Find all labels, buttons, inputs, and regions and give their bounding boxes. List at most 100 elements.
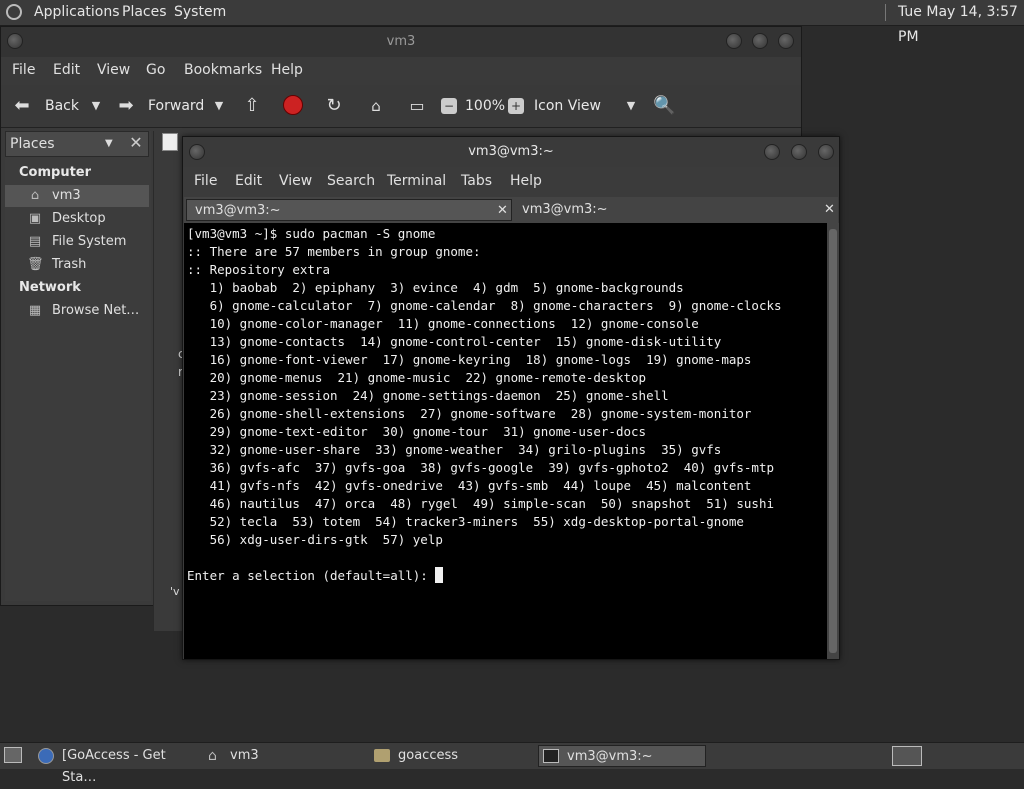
computer-icon[interactable]: ▭ [406,95,428,117]
terminal-line: 16) gnome-font-viewer 17) gnome-keyring … [187,352,752,367]
network-icon: ▦ [28,303,42,318]
terminal-prompt-line[interactable]: Enter a selection (default=all): [187,567,444,585]
terminal-line: 36) gvfs-afc 37) gvfs-goa 38) gvfs-googl… [187,460,774,475]
menu-go[interactable]: Go [146,58,165,82]
home-folder-icon: ⌂ [208,748,217,764]
folder-icon [374,749,390,762]
home-folder-icon: ⌂ [30,188,40,203]
terminal-output[interactable]: [vm3@vm3 ~]$ sudo pacman -S gnome :: The… [184,223,827,659]
zoom-out-icon[interactable]: − [441,98,457,114]
desktop-icon: ▣ [28,211,42,226]
terminal-line: 29) gnome-text-editor 30) gnome-tour 31)… [187,424,647,439]
window-menu-icon[interactable] [7,33,23,49]
taskbar-item-goaccess[interactable]: goaccess [370,745,536,767]
workspace-switcher[interactable] [892,746,922,766]
forward-arrow-icon[interactable]: ➡ [115,95,137,117]
back-button[interactable]: Back [45,85,79,127]
sidebar-heading-computer: Computer [19,165,92,180]
file-manager-menubar: File Edit View Go Bookmarks Help [1,58,801,84]
zoom-in-icon[interactable]: + [508,98,524,114]
file-manager-content[interactable]: c r 'v [153,131,185,631]
menu-help[interactable]: Help [510,169,542,193]
menu-tabs[interactable]: Tabs [461,169,492,193]
minimize-button[interactable] [726,33,742,49]
close-button[interactable] [818,144,834,160]
terminal-line: [vm3@vm3 ~]$ sudo pacman -S gnome [187,226,436,241]
sidebar-item-file-system[interactable]: ▤ File System [5,231,149,253]
window-menu-icon[interactable] [189,144,205,160]
menu-view[interactable]: View [97,58,130,82]
menu-bookmarks[interactable]: Bookmarks [184,58,262,82]
places-selector-label: Places [10,136,55,152]
terminal-tab-1[interactable]: vm3@vm3:~ ✕ [186,199,512,221]
terminal-line: 46) nautilus 47) orca 48) rygel 49) simp… [187,496,774,511]
menu-help[interactable]: Help [271,58,303,82]
file-manager-titlebar[interactable]: vm3 [1,27,801,57]
menu-file[interactable]: File [194,169,217,193]
sidebar-heading-network: Network [19,280,81,295]
file-manager-toolbar: ⬅ Back ▼ ➡ Forward ▼ ⇧ ↻ ⌂ ▭ − 100% + Ic… [1,85,801,128]
forward-dropdown-icon[interactable]: ▼ [208,95,230,117]
reload-icon[interactable]: ↻ [323,95,345,117]
menu-edit[interactable]: Edit [235,169,262,193]
maximize-button[interactable] [752,33,768,49]
terminal-tab-2[interactable]: vm3@vm3:~ ✕ [514,199,838,221]
terminal-line: 20) gnome-menus 21) gnome-music 22) gnom… [187,370,647,385]
gnome-logo-icon [6,4,22,20]
close-sidebar-icon[interactable]: ✕ [125,131,147,155]
sidebar-item-vm3[interactable]: ⌂ vm3 [5,185,149,207]
places-menu[interactable]: Places [122,0,167,25]
terminal-title: vm3@vm3:~ [468,144,554,159]
menu-terminal[interactable]: Terminal [387,169,446,193]
menu-search[interactable]: Search [327,169,375,193]
terminal-line: 6) gnome-calculator 7) gnome-calendar 8)… [187,298,782,313]
terminal-line: 1) baobab 2) epiphany 3) evince 4) gdm 5… [187,280,684,295]
panel-separator [885,4,886,21]
bottom-taskbar: [GoAccess - Get Sta… ⌂ vm3 goaccess vm3@… [0,742,1024,785]
close-button[interactable] [778,33,794,49]
back-dropdown-icon[interactable]: ▼ [85,95,107,117]
show-desktop-icon[interactable] [4,747,22,763]
terminal-line: 52) tecla 53) totem 54) tracker3-miners … [187,514,744,529]
taskbar-item-browser[interactable]: [GoAccess - Get Sta… [34,745,202,785]
sidebar-item-browse-network[interactable]: ▦ Browse Net… [5,300,149,322]
terminal-line: 56) xdg-user-dirs-gtk 57) yelp [187,532,443,547]
forward-button[interactable]: Forward [148,85,204,127]
system-menu[interactable]: System [174,0,226,25]
terminal-line: :: There are 57 members in group gnome: [187,244,481,259]
menu-file[interactable]: File [12,58,35,82]
applications-menu[interactable]: Applications [34,0,120,25]
close-tab-icon[interactable]: ✕ [497,200,508,222]
terminal-menubar: File Edit View Search Terminal Tabs Help [183,169,839,195]
sidebar-item-desktop[interactable]: ▣ Desktop [5,208,149,230]
sidebar-item-trash[interactable]: 🗑 Trash [5,254,149,276]
view-mode-select[interactable]: Icon View [534,85,601,127]
menu-view[interactable]: View [279,169,312,193]
terminal-line: 13) gnome-contacts 14) gnome-control-cen… [187,334,722,349]
terminal-line: 32) gnome-user-share 33) gnome-weather 3… [187,442,722,457]
back-arrow-icon[interactable]: ⬅ [11,95,33,117]
terminal-line: 41) gvfs-nfs 42) gvfs-onedrive 43) gvfs-… [187,478,752,493]
search-icon[interactable]: 🔍 [653,95,675,117]
edit-location-icon[interactable] [162,133,178,151]
terminal-line: 26) gnome-shell-extensions 27) gnome-sof… [187,406,752,421]
drive-icon: ▤ [28,234,42,249]
taskbar-item-terminal[interactable]: vm3@vm3:~ [538,745,706,767]
close-tab-icon[interactable]: ✕ [824,199,835,221]
terminal-line: 23) gnome-session 24) gnome-settings-dae… [187,388,669,403]
terminal-titlebar[interactable]: vm3@vm3:~ [183,137,839,167]
taskbar-item-vm3[interactable]: ⌂ vm3 [204,745,368,767]
text-cursor [435,567,444,583]
chevron-down-icon[interactable]: ▼ [105,132,113,156]
terminal-tab-bar: vm3@vm3:~ ✕ vm3@vm3:~ ✕ [184,197,838,223]
up-arrow-icon[interactable]: ⇧ [241,95,263,117]
scrollbar-thumb[interactable] [829,229,837,653]
view-mode-dropdown-icon[interactable]: ▼ [620,95,642,117]
clock[interactable]: Tue May 14, 3:57 PM [898,0,1024,45]
maximize-button[interactable] [791,144,807,160]
home-icon[interactable]: ⌂ [365,95,387,117]
terminal-icon [543,749,559,763]
stop-icon[interactable] [283,95,303,115]
minimize-button[interactable] [764,144,780,160]
menu-edit[interactable]: Edit [53,58,80,82]
